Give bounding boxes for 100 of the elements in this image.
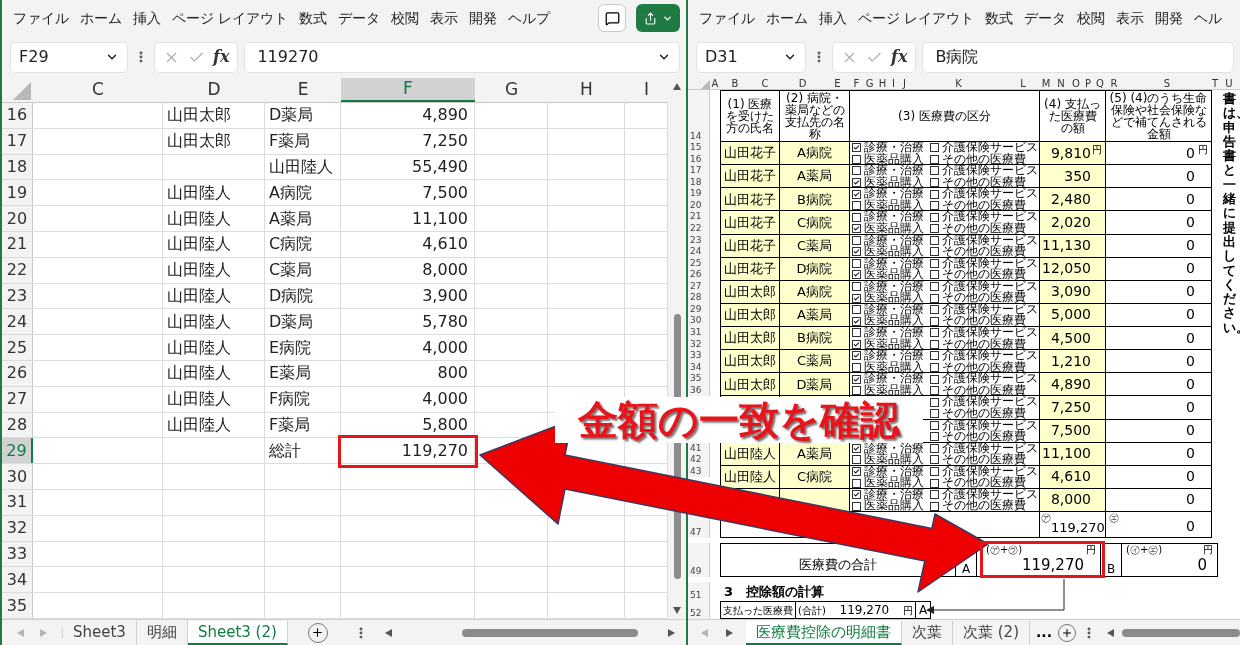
checkbox[interactable] bbox=[930, 467, 939, 477]
sheet-tab[interactable]: Sheet3 bbox=[63, 620, 137, 645]
column-header[interactable]: G bbox=[863, 78, 876, 89]
row-header[interactable]: 25 bbox=[2, 335, 33, 360]
menu-tab[interactable]: 表示 bbox=[425, 5, 464, 31]
menu-tab[interactable]: ホーム bbox=[761, 5, 813, 31]
column-header[interactable]: I bbox=[889, 78, 898, 89]
row-header[interactable]: 52 bbox=[688, 601, 710, 619]
checkbox[interactable] bbox=[930, 443, 939, 453]
column-header[interactable]: E bbox=[825, 78, 850, 89]
row-header[interactable]: 19 bbox=[2, 180, 33, 206]
checkbox[interactable] bbox=[930, 224, 939, 234]
column-header[interactable]: T bbox=[1212, 78, 1218, 89]
checkbox[interactable] bbox=[852, 455, 861, 465]
menu-tab[interactable]: 開発 bbox=[464, 5, 503, 31]
column-header[interactable]: H bbox=[876, 78, 889, 89]
checkbox[interactable] bbox=[852, 293, 861, 303]
checkbox[interactable] bbox=[852, 328, 861, 338]
scroll-left-icon[interactable] bbox=[1106, 627, 1116, 638]
row-header[interactable]: 21 bbox=[688, 211, 710, 223]
checkbox[interactable] bbox=[852, 143, 861, 153]
column-header[interactable]: D bbox=[163, 78, 265, 102]
scroll-left-icon[interactable] bbox=[383, 627, 394, 638]
menu-tab[interactable]: ヘル bbox=[1189, 5, 1228, 31]
name-box[interactable]: F29 bbox=[10, 41, 128, 73]
column-header[interactable]: D bbox=[780, 78, 825, 89]
scrollbar-thumb[interactable] bbox=[1122, 628, 1240, 637]
checkbox[interactable] bbox=[852, 282, 861, 292]
column-header[interactable]: J bbox=[898, 78, 911, 89]
column-header[interactable]: U bbox=[1218, 78, 1240, 89]
row-header[interactable]: 20 bbox=[2, 206, 33, 231]
checkbox[interactable] bbox=[930, 501, 939, 511]
formula-field[interactable]: 119270 bbox=[244, 41, 680, 73]
checkbox[interactable] bbox=[930, 328, 939, 338]
checkbox[interactable] bbox=[852, 305, 861, 315]
menu-tab[interactable]: 数式 bbox=[980, 5, 1019, 31]
row-header[interactable]: 27 bbox=[2, 386, 33, 412]
column-header[interactable]: O bbox=[1070, 78, 1082, 89]
row-header[interactable]: 32 bbox=[2, 515, 33, 541]
checkbox[interactable] bbox=[930, 154, 939, 164]
checkbox[interactable] bbox=[852, 177, 861, 187]
menu-tab[interactable]: 校閲 bbox=[386, 5, 425, 31]
column-header[interactable]: Q bbox=[1094, 78, 1106, 89]
row-header[interactable]: 18 bbox=[2, 154, 33, 180]
column-header[interactable]: A bbox=[710, 78, 720, 89]
checkbox[interactable] bbox=[852, 362, 861, 372]
comment-button[interactable] bbox=[598, 4, 626, 32]
row-header[interactable]: 21 bbox=[2, 232, 33, 257]
formula-field[interactable]: B病院 bbox=[922, 41, 1234, 73]
row-header[interactable]: 31 bbox=[2, 489, 33, 515]
scroll-up-icon[interactable] bbox=[672, 82, 682, 92]
row-header[interactable]: 26 bbox=[688, 269, 710, 281]
column-header[interactable]: P bbox=[1082, 78, 1094, 89]
sheet-tab[interactable]: 明細 bbox=[136, 620, 188, 645]
scroll-right-icon[interactable] bbox=[666, 627, 676, 638]
row-header[interactable]: 19 bbox=[688, 188, 710, 200]
checkbox[interactable] bbox=[852, 201, 861, 211]
checkbox[interactable] bbox=[852, 189, 861, 199]
menu-tab[interactable]: 数式 bbox=[294, 5, 333, 31]
column-header[interactable]: B bbox=[720, 78, 750, 89]
row-header[interactable]: 24 bbox=[688, 246, 710, 258]
checkbox[interactable] bbox=[930, 316, 939, 326]
menu-tab[interactable]: ページ レイアウト bbox=[853, 5, 980, 31]
checkbox[interactable] bbox=[852, 443, 861, 453]
checkbox[interactable] bbox=[852, 235, 861, 245]
checkbox[interactable] bbox=[852, 478, 861, 488]
checkbox[interactable] bbox=[930, 409, 939, 419]
checkbox[interactable] bbox=[930, 235, 939, 245]
row-header[interactable]: 51 bbox=[688, 582, 710, 601]
menu-tab[interactable]: 挿入 bbox=[128, 5, 166, 31]
checkbox[interactable] bbox=[930, 339, 939, 349]
sheet-tab[interactable]: 医療費控除の明細書 bbox=[746, 620, 902, 645]
checkbox[interactable] bbox=[930, 305, 939, 315]
menu-tab[interactable]: ファイル bbox=[694, 5, 760, 31]
checkbox[interactable] bbox=[930, 143, 939, 153]
checkbox[interactable] bbox=[930, 166, 939, 176]
checkbox[interactable] bbox=[852, 212, 861, 222]
menu-tab[interactable]: ホーム bbox=[75, 5, 127, 31]
checkbox[interactable] bbox=[930, 455, 939, 465]
row-header[interactable]: 35 bbox=[2, 593, 33, 618]
checkbox[interactable] bbox=[930, 293, 939, 303]
column-header[interactable]: L bbox=[1006, 78, 1040, 89]
checkbox[interactable] bbox=[852, 467, 861, 477]
row-header[interactable]: 49 bbox=[688, 543, 710, 577]
checkbox[interactable] bbox=[930, 397, 939, 407]
menu-tab[interactable]: ファイル bbox=[8, 5, 74, 31]
checkbox[interactable] bbox=[852, 490, 861, 500]
checkbox[interactable] bbox=[930, 478, 939, 488]
checkbox[interactable] bbox=[852, 501, 861, 511]
checkbox[interactable] bbox=[852, 270, 861, 280]
row-header[interactable]: 35 bbox=[688, 373, 710, 385]
column-header[interactable]: H bbox=[548, 78, 625, 102]
scrollbar-thumb[interactable] bbox=[461, 628, 638, 637]
insert-function-button[interactable]: fx bbox=[213, 45, 230, 69]
checkbox[interactable] bbox=[930, 270, 939, 280]
column-header[interactable]: C bbox=[33, 78, 163, 102]
row-header[interactable]: 34 bbox=[2, 567, 33, 593]
checkbox[interactable] bbox=[930, 212, 939, 222]
column-header[interactable]: F bbox=[850, 78, 863, 89]
checkbox[interactable] bbox=[930, 201, 939, 211]
